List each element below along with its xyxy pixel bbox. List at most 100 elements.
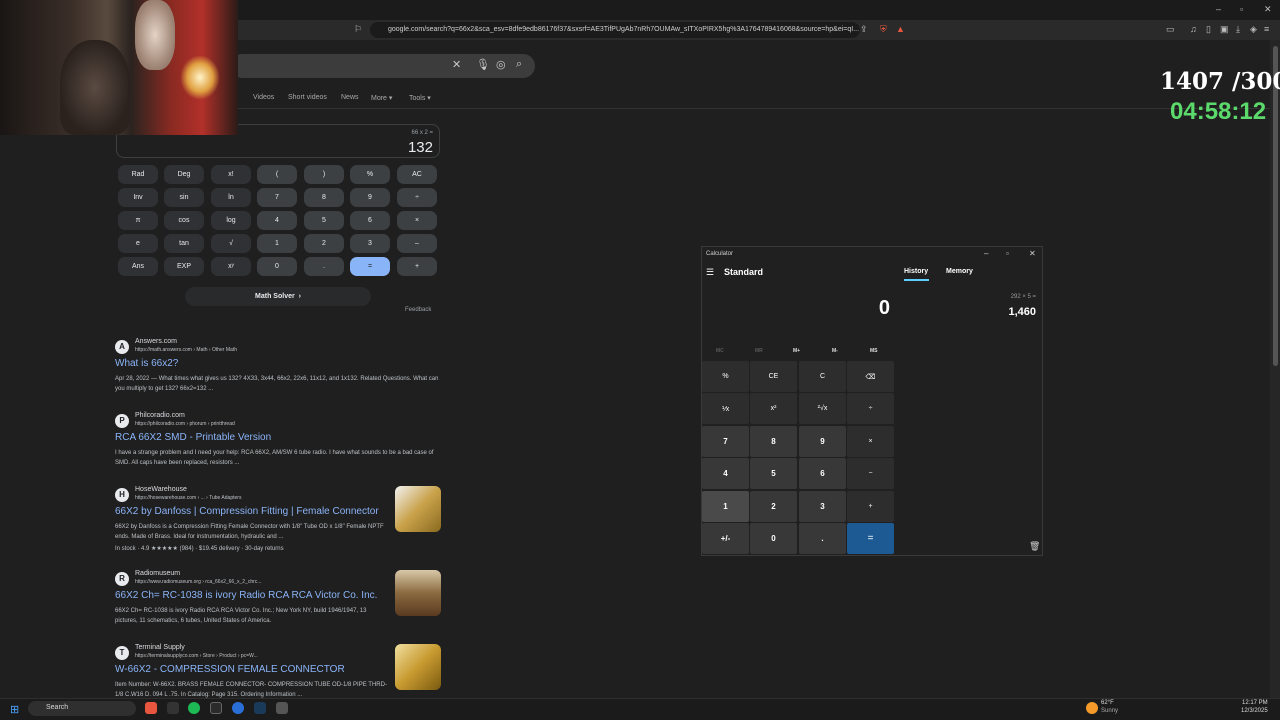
google-calc-key[interactable]: 0 [257,257,297,276]
windows-start-icon[interactable]: ⊞ [10,703,19,716]
tab-more[interactable]: More ▾ [371,94,392,102]
google-calc-key[interactable]: 5 [304,211,344,230]
bookmark-icon[interactable]: ⚐ [354,24,362,35]
result-thumbnail[interactable] [395,644,441,690]
calculator-key[interactable]: ÷ [847,393,894,424]
reader-icon[interactable]: ▯ [1206,24,1211,35]
close-icon[interactable]: ✕ [1029,249,1036,258]
memory-store-button[interactable]: MS [870,348,878,354]
google-calc-key[interactable]: cos [164,211,204,230]
clock-date[interactable]: 12/3/2025 [1241,708,1268,714]
google-calc-key[interactable]: ( [257,165,297,184]
calculator-key[interactable]: ⌫ [847,361,894,392]
google-calc-key[interactable]: 9 [350,188,390,207]
calculator-key[interactable]: − [847,458,894,489]
music-icon[interactable]: ♫ [1190,24,1197,34]
google-calc-key[interactable]: 3 [350,234,390,253]
result-thumbnail[interactable] [395,486,441,532]
google-calc-key[interactable]: ) [304,165,344,184]
google-calc-key[interactable]: tan [164,234,204,253]
brave-shield-icon[interactable]: ⛨ [880,24,887,35]
minimize-icon[interactable]: – [984,249,988,258]
google-calc-key[interactable]: Ans [118,257,158,276]
hamburger-menu-icon[interactable]: ☰ [706,267,714,278]
memory-subtract-button[interactable]: M- [832,348,838,354]
download-icon[interactable]: ⤓ [1236,24,1240,35]
google-calc-key[interactable]: x! [211,165,251,184]
history-expression[interactable]: 292 × 5 = [990,294,1036,300]
minimize-icon[interactable]: – [1216,4,1221,14]
terminal-app-icon[interactable] [167,702,179,714]
google-calc-key[interactable]: – [397,234,437,253]
xbox-app-icon[interactable] [210,702,222,714]
taskbar-search[interactable]: Search [28,701,136,716]
brave-app-icon[interactable] [145,702,157,714]
calculator-key[interactable]: 5 [750,458,797,489]
lens-icon[interactable]: ◎ [496,58,506,71]
google-calc-key[interactable]: 8 [304,188,344,207]
result-title-link[interactable]: W-66X2 - COMPRESSION FEMALE CONNECTOR [115,664,345,675]
google-calc-key[interactable]: 2 [304,234,344,253]
math-solver-button[interactable]: Math Solver › [185,287,371,306]
feedback-link[interactable]: Feedback [405,307,431,313]
calculator-key[interactable]: × [847,426,894,457]
maximize-icon[interactable]: ▫ [1006,249,1009,258]
google-calc-key[interactable]: × [397,211,437,230]
wallet-icon[interactable]: ▣ [1220,24,1229,35]
calculator-key[interactable]: = [847,523,894,554]
calculator-key[interactable]: 8 [750,426,797,457]
trash-icon[interactable]: 🗑 [1029,541,1040,552]
google-calc-key[interactable]: . [304,257,344,276]
google-calc-key[interactable]: = [350,257,390,276]
google-calc-key[interactable]: 1 [257,234,297,253]
result-title-link[interactable]: What is 66x2? [115,358,178,369]
calculator-key[interactable]: 4 [702,458,749,489]
google-calc-key[interactable]: π [118,211,158,230]
calculator-key[interactable]: . [799,523,846,554]
calculator-key[interactable]: 1 [702,491,749,522]
google-calc-key[interactable]: Inv [118,188,158,207]
search-icon[interactable]: ⌕ [516,58,522,71]
maximize-icon[interactable]: ▫ [1240,4,1243,14]
steam-app-icon[interactable] [254,702,266,714]
memory-recall-button[interactable]: MR [755,348,763,354]
google-calc-key[interactable]: % [350,165,390,184]
weather-icon[interactable] [1086,702,1098,714]
calculator-key[interactable]: 0 [750,523,797,554]
google-calc-key[interactable]: e [118,234,158,253]
google-calc-key[interactable]: ÷ [397,188,437,207]
calculator-key[interactable]: 6 [799,458,846,489]
menu-icon[interactable]: ≡ [1264,24,1269,34]
tab-tools[interactable]: Tools ▾ [409,94,431,102]
tab-news[interactable]: News [341,94,359,101]
google-calc-key[interactable]: EXP [164,257,204,276]
google-calc-key[interactable]: xʸ [211,257,251,276]
calculator-key[interactable]: 7 [702,426,749,457]
google-calc-key[interactable]: Deg [164,165,204,184]
clear-icon[interactable]: ✕ [452,58,461,71]
calculator-key[interactable]: C [799,361,846,392]
result-title-link[interactable]: 66X2 Ch= RC-1038 is ivory Radio RCA RCA … [115,590,377,601]
google-calc-key[interactable]: AC [397,165,437,184]
calculator-app-icon[interactable] [276,702,288,714]
tab-videos[interactable]: Videos [253,94,274,101]
mic-icon[interactable]: 🎙 [476,58,490,71]
close-icon[interactable]: ✕ [1264,4,1272,15]
calculator-key[interactable]: +/- [702,523,749,554]
tab-memory[interactable]: Memory [946,268,973,275]
calculator-key[interactable]: 3 [799,491,846,522]
url-field[interactable]: google.com/search?q=66x2&sca_esv=8dfe9ed… [370,22,860,38]
calculator-key[interactable]: 9 [799,426,846,457]
google-calc-key[interactable]: + [397,257,437,276]
calculator-key[interactable]: x² [750,393,797,424]
calculator-key[interactable]: + [847,491,894,522]
google-calc-key[interactable]: ln [211,188,251,207]
google-calc-key[interactable]: Rad [118,165,158,184]
calculator-key[interactable]: ²√x [799,393,846,424]
memory-add-button[interactable]: M+ [793,348,800,354]
calculator-key[interactable]: % [702,361,749,392]
sidebar-icon[interactable]: ▭ [1166,24,1175,35]
rewards-icon[interactable]: ▲ [896,24,905,34]
edge-app-icon[interactable] [232,702,244,714]
spotify-app-icon[interactable] [188,702,200,714]
